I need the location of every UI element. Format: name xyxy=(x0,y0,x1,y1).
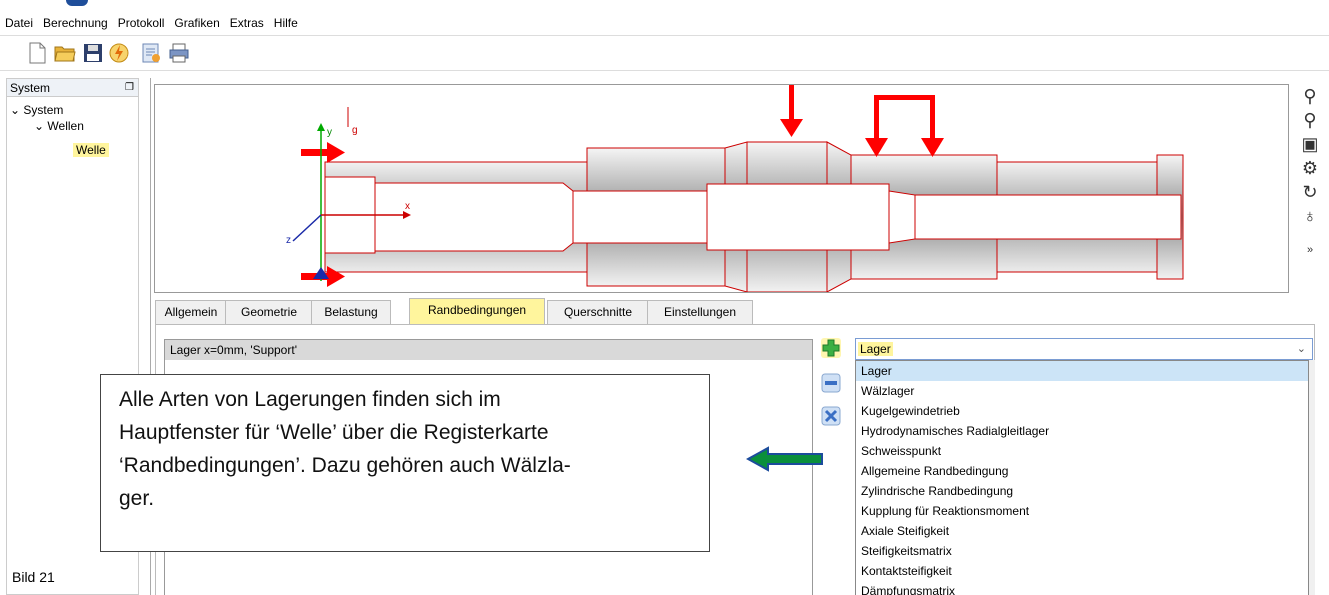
callout-line: Hauptfenster für ‘Welle’ über die Regist… xyxy=(119,421,549,444)
tree-node-system[interactable]: ⌄ System xyxy=(10,102,63,118)
bore-5 xyxy=(914,194,1182,240)
option-kontaktsteifigkeit[interactable]: Kontaktsteifigkeit xyxy=(856,561,1308,581)
axis-label-z: z xyxy=(286,235,291,246)
tree-label-wellen: Wellen xyxy=(47,119,84,133)
tree-node-wellen[interactable]: ⌄ Wellen xyxy=(34,118,84,134)
add-button[interactable] xyxy=(821,338,841,358)
bore-4 xyxy=(706,183,890,251)
tab-querschnitte[interactable]: Querschnitte xyxy=(547,300,649,324)
menu-hilfe[interactable]: Hilfe xyxy=(269,13,303,33)
open-folder-icon[interactable] xyxy=(54,42,76,64)
tree-label-welle: Welle xyxy=(73,143,109,157)
dropdown-options: Lager Wälzlager Kugelgewindetrieb Hydrod… xyxy=(855,360,1309,595)
option-allgemeine-randbedingung[interactable]: Allgemeine Randbedingung xyxy=(856,461,1308,481)
option-daempfungsmatrix[interactable]: Dämpfungsmatrix xyxy=(856,581,1308,595)
bore-taper xyxy=(888,190,916,244)
tab-randbedingungen[interactable]: Randbedingungen xyxy=(409,298,545,325)
top-strip xyxy=(0,0,1329,8)
rotate-icon[interactable]: ↻ xyxy=(1296,180,1324,204)
type-dropdown[interactable]: Lager ⌄ xyxy=(855,338,1313,360)
shaft-drawing: y g x z xyxy=(286,85,1184,293)
undock-icon[interactable]: ❐ xyxy=(125,79,134,97)
option-kugelgewindetrieb[interactable]: Kugelgewindetrieb xyxy=(856,401,1308,421)
menu-extras[interactable]: Extras xyxy=(225,13,269,33)
list-item[interactable]: Lager x=0mm, 'Support' xyxy=(165,340,812,360)
bore-3 xyxy=(572,190,708,244)
zoom-out-icon[interactable]: ⚲ xyxy=(1296,108,1324,132)
view-options-icon[interactable]: ♁ xyxy=(1296,204,1324,228)
tree-label-system: System xyxy=(23,103,64,117)
option-kupplung[interactable]: Kupplung für Reaktionsmoment xyxy=(856,501,1308,521)
option-schweisspunkt[interactable]: Schweisspunkt xyxy=(856,441,1308,461)
chevron-down-icon: ⌄ xyxy=(10,103,21,117)
view-toolbar: ⚲ ⚲ ▣ ⚙ ↻ ♁ » xyxy=(1296,84,1324,304)
tree-node-welle[interactable]: Welle xyxy=(73,142,109,158)
option-axiale-steifigkeit[interactable]: Axiale Steifigkeit xyxy=(856,521,1308,541)
explanation-callout: Alle Arten von Lagerungen finden sich im… xyxy=(100,374,710,552)
toolbar xyxy=(0,36,1329,71)
zoom-fit-icon[interactable]: ▣ xyxy=(1296,132,1324,156)
option-zylindrische-randbedingung[interactable]: Zylindrische Randbedingung xyxy=(856,481,1308,501)
system-panel-header: System ❐ xyxy=(6,78,139,96)
chevron-down-icon: ⌄ xyxy=(1296,343,1306,355)
callout-line: Alle Arten von Lagerungen finden sich im xyxy=(119,388,501,411)
option-lager[interactable]: Lager xyxy=(856,361,1308,381)
z-axis xyxy=(292,214,322,242)
dropdown-scrollbar[interactable] xyxy=(1309,360,1315,595)
callout-line: ‘Randbedingungen’. Dazu gehören auch Wäl… xyxy=(119,454,571,477)
print-icon[interactable] xyxy=(168,42,190,64)
option-waelzlager[interactable]: Wälzlager xyxy=(856,381,1308,401)
callout-arrow-icon xyxy=(746,446,823,472)
new-file-icon[interactable] xyxy=(26,42,48,64)
save-icon[interactable] xyxy=(82,42,104,64)
menu-berechnung[interactable]: Berechnung xyxy=(38,13,113,33)
figure-caption: Bild 21 xyxy=(12,569,55,585)
menu-datei[interactable]: Datei xyxy=(0,13,38,33)
option-radialgleitlager[interactable]: Hydrodynamisches Radialgleitlager xyxy=(856,421,1308,441)
option-steifigkeitsmatrix[interactable]: Steifigkeitsmatrix xyxy=(856,541,1308,561)
axis-label-x: x xyxy=(405,201,410,212)
delete-button[interactable] xyxy=(821,406,841,426)
menu-protokoll[interactable]: Protokoll xyxy=(113,13,170,33)
shaft-canvas[interactable]: y g x z xyxy=(154,84,1289,293)
chevron-down-icon: ⌄ xyxy=(34,119,45,133)
calculate-icon[interactable] xyxy=(108,42,130,64)
remove-button[interactable] xyxy=(821,373,841,393)
settings-gear-icon[interactable]: ⚙ xyxy=(1296,156,1324,180)
heading-fragment xyxy=(66,0,88,6)
panel-title: System xyxy=(10,81,51,95)
tab-geometrie[interactable]: Geometrie xyxy=(225,300,313,324)
callout-line: ger. xyxy=(119,487,155,510)
menu-grafiken[interactable]: Grafiken xyxy=(169,13,224,33)
menu-bar: Datei Berechnung Protokoll Grafiken Extras Hi… xyxy=(0,13,1329,36)
more-chevron-icon[interactable]: » xyxy=(1296,238,1324,262)
tab-belastung[interactable]: Belastung xyxy=(311,300,391,324)
tab-einstellungen[interactable]: Einstellungen xyxy=(647,300,753,324)
dropdown-selected: Lager xyxy=(858,342,893,356)
report-icon[interactable] xyxy=(140,42,162,64)
tab-allgemein[interactable]: Allgemein xyxy=(155,300,227,324)
gravity-label: g xyxy=(352,125,358,136)
zoom-in-icon[interactable]: ⚲ xyxy=(1296,84,1324,108)
axis-label-y: y xyxy=(327,127,332,138)
